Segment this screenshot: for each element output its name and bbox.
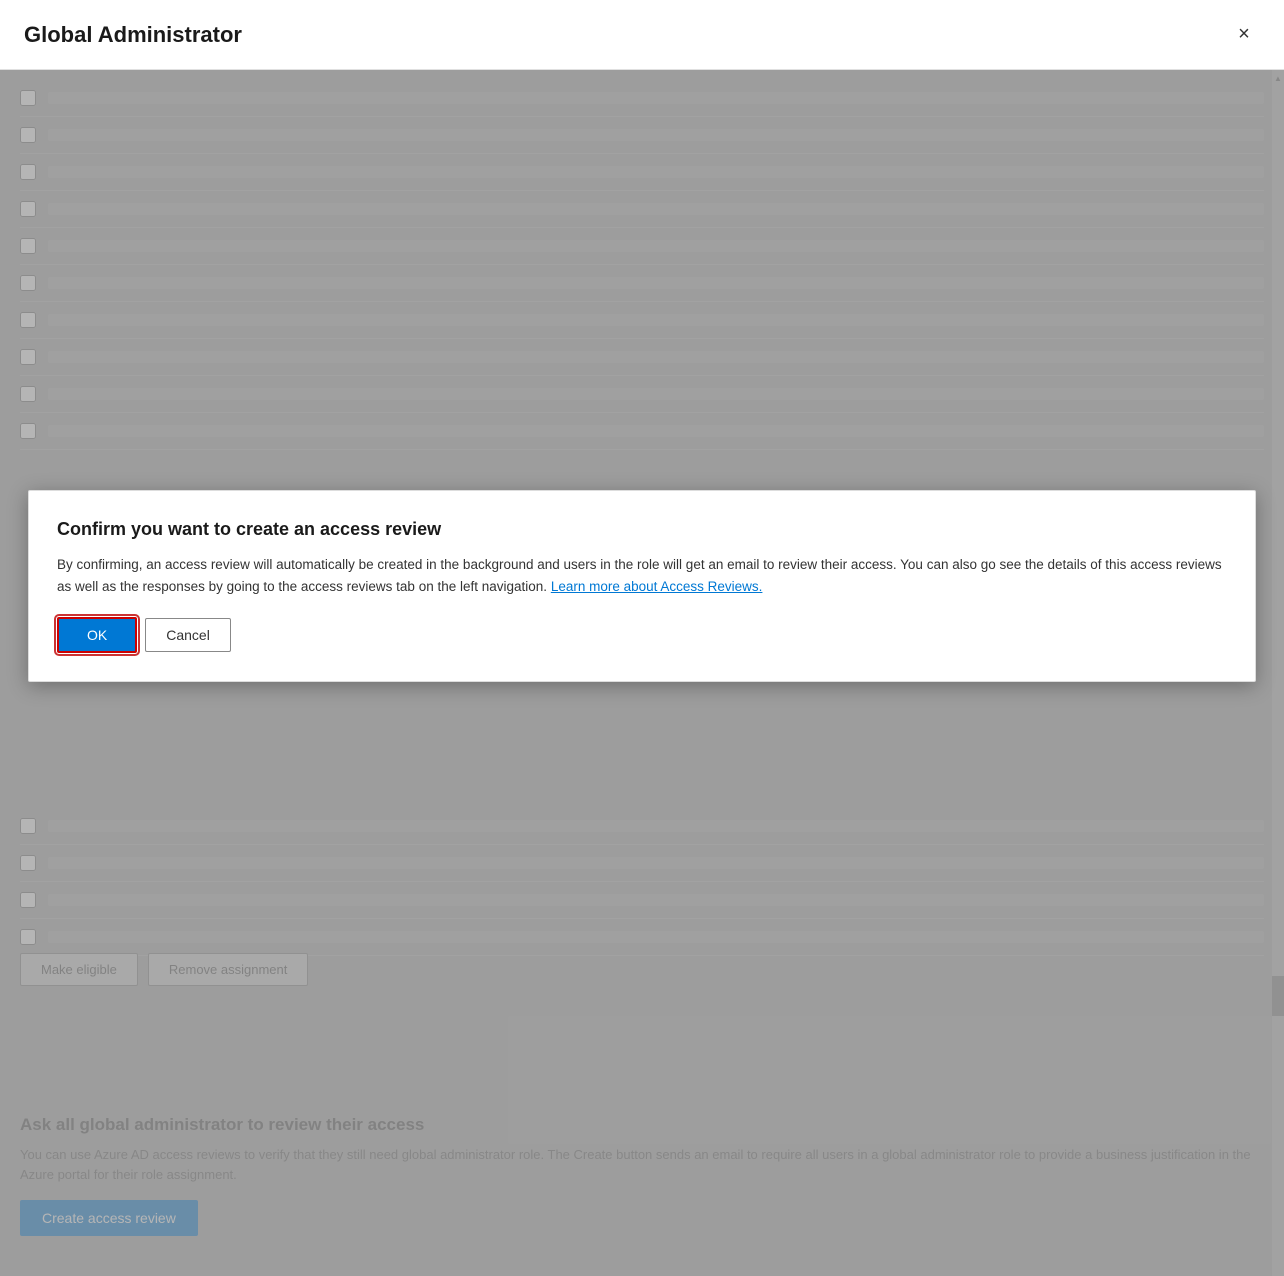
- confirm-dialog: Confirm you want to create an access rev…: [28, 490, 1256, 682]
- confirm-dialog-title: Confirm you want to create an access rev…: [57, 519, 1227, 540]
- confirm-dialog-body: By confirming, an access review will aut…: [57, 554, 1227, 597]
- ok-button[interactable]: OK: [57, 617, 137, 653]
- modal-header: Global Administrator ×: [0, 0, 1284, 70]
- cancel-button[interactable]: Cancel: [145, 618, 231, 652]
- learn-more-link[interactable]: Learn more about Access Reviews.: [551, 579, 763, 594]
- modal-title: Global Administrator: [24, 22, 242, 48]
- close-button[interactable]: ×: [1228, 19, 1260, 51]
- confirm-dialog-buttons: OK Cancel: [57, 617, 1227, 653]
